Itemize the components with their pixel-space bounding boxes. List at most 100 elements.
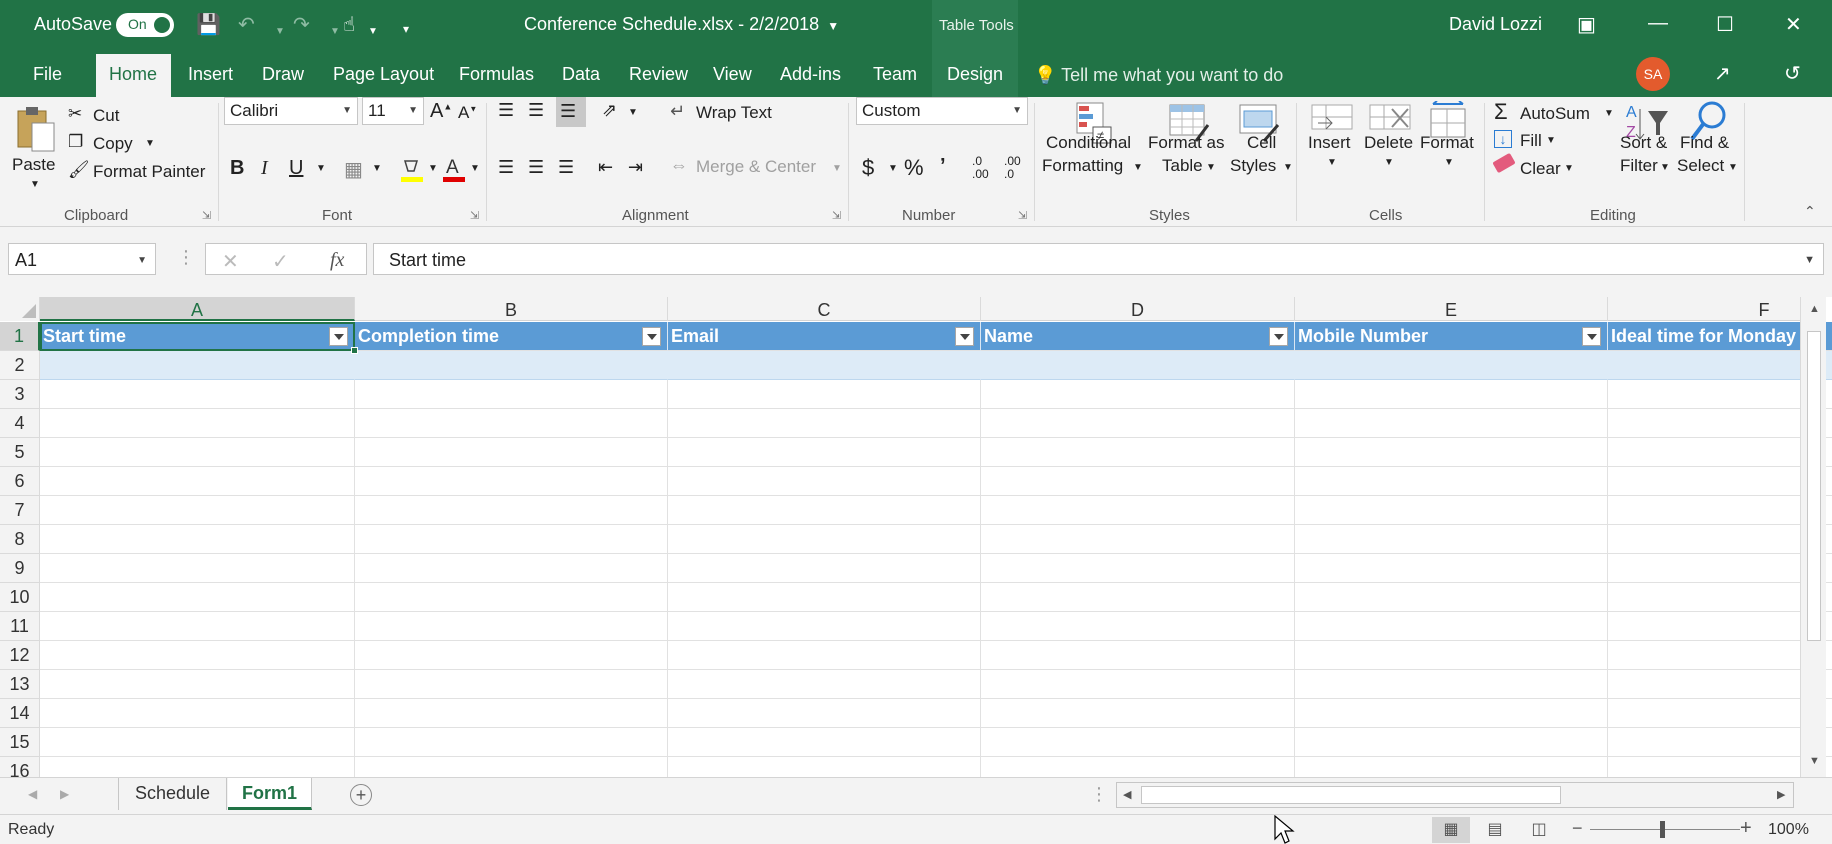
cell[interactable] [1608, 670, 1832, 699]
increase-indent-icon[interactable]: ⇥ [628, 157, 643, 178]
clear-dropdown-icon[interactable]: ▼ [1564, 163, 1574, 174]
scroll-right-icon[interactable]: ▶ [1777, 788, 1785, 801]
font-color-dropdown-icon[interactable]: ▼ [470, 163, 480, 174]
cell[interactable] [1295, 467, 1608, 496]
scroll-down-icon[interactable]: ▼ [1809, 755, 1820, 767]
clear-button[interactable]: Clear [1520, 159, 1561, 179]
cell-styles-dropdown-icon[interactable]: ▼ [1283, 162, 1293, 173]
column-header-f[interactable]: F [1608, 297, 1832, 321]
cell[interactable] [1295, 380, 1608, 409]
cell[interactable] [981, 438, 1295, 467]
orientation-dropdown-icon[interactable]: ▼ [628, 107, 638, 118]
merge-center-button[interactable]: Merge & Center [696, 157, 816, 177]
conditional-formatting-line2[interactable]: Formatting [1042, 156, 1123, 176]
row-header[interactable]: 4 [0, 409, 40, 438]
bottom-align-icon[interactable]: ☰ [556, 97, 586, 127]
name-box[interactable]: A1 ▼ [8, 243, 156, 275]
cell[interactable] [355, 554, 668, 583]
cell[interactable] [981, 496, 1295, 525]
clipboard-launcher-icon[interactable]: ⇲ [202, 209, 211, 222]
currency-dropdown-icon[interactable]: ▼ [888, 163, 898, 174]
cell[interactable] [981, 409, 1295, 438]
cell[interactable] [355, 380, 668, 409]
worksheet-grid[interactable]: A B C D E F 1 Start time Completion time Em… [0, 297, 1832, 777]
tab-review[interactable]: Review [629, 64, 688, 85]
delete-dropdown-icon[interactable]: ▼ [1384, 157, 1394, 168]
row-header[interactable]: 6 [0, 467, 40, 496]
select-all-button[interactable] [0, 297, 40, 321]
page-break-view-icon[interactable]: ◫ [1520, 817, 1558, 843]
page-layout-view-icon[interactable]: ▤ [1476, 817, 1514, 843]
horizontal-scrollbar[interactable]: ◀ ▶ [1116, 782, 1794, 808]
cell[interactable] [355, 641, 668, 670]
table-header-cell[interactable]: Email [668, 322, 981, 351]
decrease-font-icon[interactable]: A▼ [458, 103, 477, 123]
row-header[interactable]: 9 [0, 554, 40, 583]
tab-view[interactable]: View [713, 64, 752, 85]
cell[interactable] [981, 554, 1295, 583]
collapse-ribbon-icon[interactable]: ⌃ [1804, 203, 1816, 220]
cell[interactable] [40, 496, 355, 525]
conditional-formatting-dropdown-icon[interactable]: ▼ [1133, 162, 1143, 173]
tab-add-ins[interactable]: Add-ins [780, 64, 841, 85]
cell[interactable] [355, 467, 668, 496]
cell[interactable] [1608, 380, 1832, 409]
column-header-a[interactable]: A [40, 297, 355, 321]
cell[interactable] [1295, 525, 1608, 554]
cell[interactable] [981, 699, 1295, 728]
bold-button[interactable]: B [230, 157, 244, 180]
tell-me-search[interactable]: 💡 Tell me what you want to do [1034, 65, 1283, 86]
cell-styles-line1[interactable]: Cell [1247, 133, 1276, 153]
cell[interactable] [40, 467, 355, 496]
fill-color-dropdown-icon[interactable]: ▼ [428, 163, 438, 174]
next-sheet-icon[interactable]: ▶ [60, 787, 69, 801]
cell[interactable] [1608, 612, 1832, 641]
redo-dropdown-icon[interactable]: ▼ [330, 20, 340, 44]
cell[interactable] [981, 467, 1295, 496]
expand-formula-bar-icon[interactable]: ▼ [1804, 254, 1815, 266]
row-header[interactable]: 7 [0, 496, 40, 525]
cell[interactable] [1295, 409, 1608, 438]
row-header[interactable]: 12 [0, 641, 40, 670]
cell[interactable] [668, 525, 981, 554]
decrease-indent-icon[interactable]: ⇤ [598, 157, 613, 178]
underline-dropdown-icon[interactable]: ▼ [316, 163, 326, 174]
sort-filter-dropdown-icon[interactable]: ▼ [1660, 162, 1670, 173]
row-header[interactable]: 1 [0, 322, 40, 351]
column-header-d[interactable]: D [981, 297, 1295, 321]
cell[interactable] [668, 380, 981, 409]
copy-dropdown-icon[interactable]: ▼ [145, 138, 155, 149]
cell[interactable] [355, 525, 668, 554]
insert-function-button[interactable]: fx [330, 249, 344, 272]
activity-history-icon[interactable]: ↺ [1784, 61, 1801, 86]
cell[interactable] [981, 351, 1295, 380]
scroll-left-icon[interactable]: ◀ [1123, 788, 1131, 801]
font-family-select[interactable]: Calibri ▼ [224, 97, 358, 125]
filter-dropdown-icon[interactable] [1269, 327, 1288, 346]
cell[interactable] [1608, 525, 1832, 554]
increase-font-icon[interactable]: A▲ [430, 100, 452, 123]
zoom-slider[interactable] [1590, 829, 1740, 830]
previous-sheet-icon[interactable]: ◀ [28, 787, 37, 801]
customize-toolbar-icon[interactable]: ▾ [403, 17, 409, 41]
horizontal-scroll-thumb[interactable] [1141, 786, 1561, 804]
cell[interactable] [668, 670, 981, 699]
undo-icon[interactable]: ↶ [238, 13, 255, 37]
share-icon[interactable]: ↗ [1714, 61, 1731, 86]
insert-dropdown-icon[interactable]: ▼ [1327, 157, 1337, 168]
cell[interactable] [40, 409, 355, 438]
touch-mode-icon[interactable]: ☝ [343, 13, 355, 37]
add-sheet-button[interactable]: + [350, 784, 372, 806]
table-header-cell[interactable]: Mobile Number [1295, 322, 1608, 351]
zoom-in-icon[interactable]: + [1740, 817, 1752, 840]
cell[interactable] [40, 583, 355, 612]
formula-bar-grip-icon[interactable]: ⋮ [177, 247, 195, 268]
cell[interactable] [1295, 699, 1608, 728]
row-header[interactable]: 16 [0, 757, 40, 777]
autosum-button[interactable]: AutoSum [1520, 104, 1590, 124]
sheet-tab-form1[interactable]: Form1 [228, 778, 312, 810]
cell[interactable] [1608, 467, 1832, 496]
row-header[interactable]: 8 [0, 525, 40, 554]
comma-style-button[interactable]: ’ [940, 155, 946, 178]
sheet-tab-schedule[interactable]: Schedule [119, 778, 227, 810]
